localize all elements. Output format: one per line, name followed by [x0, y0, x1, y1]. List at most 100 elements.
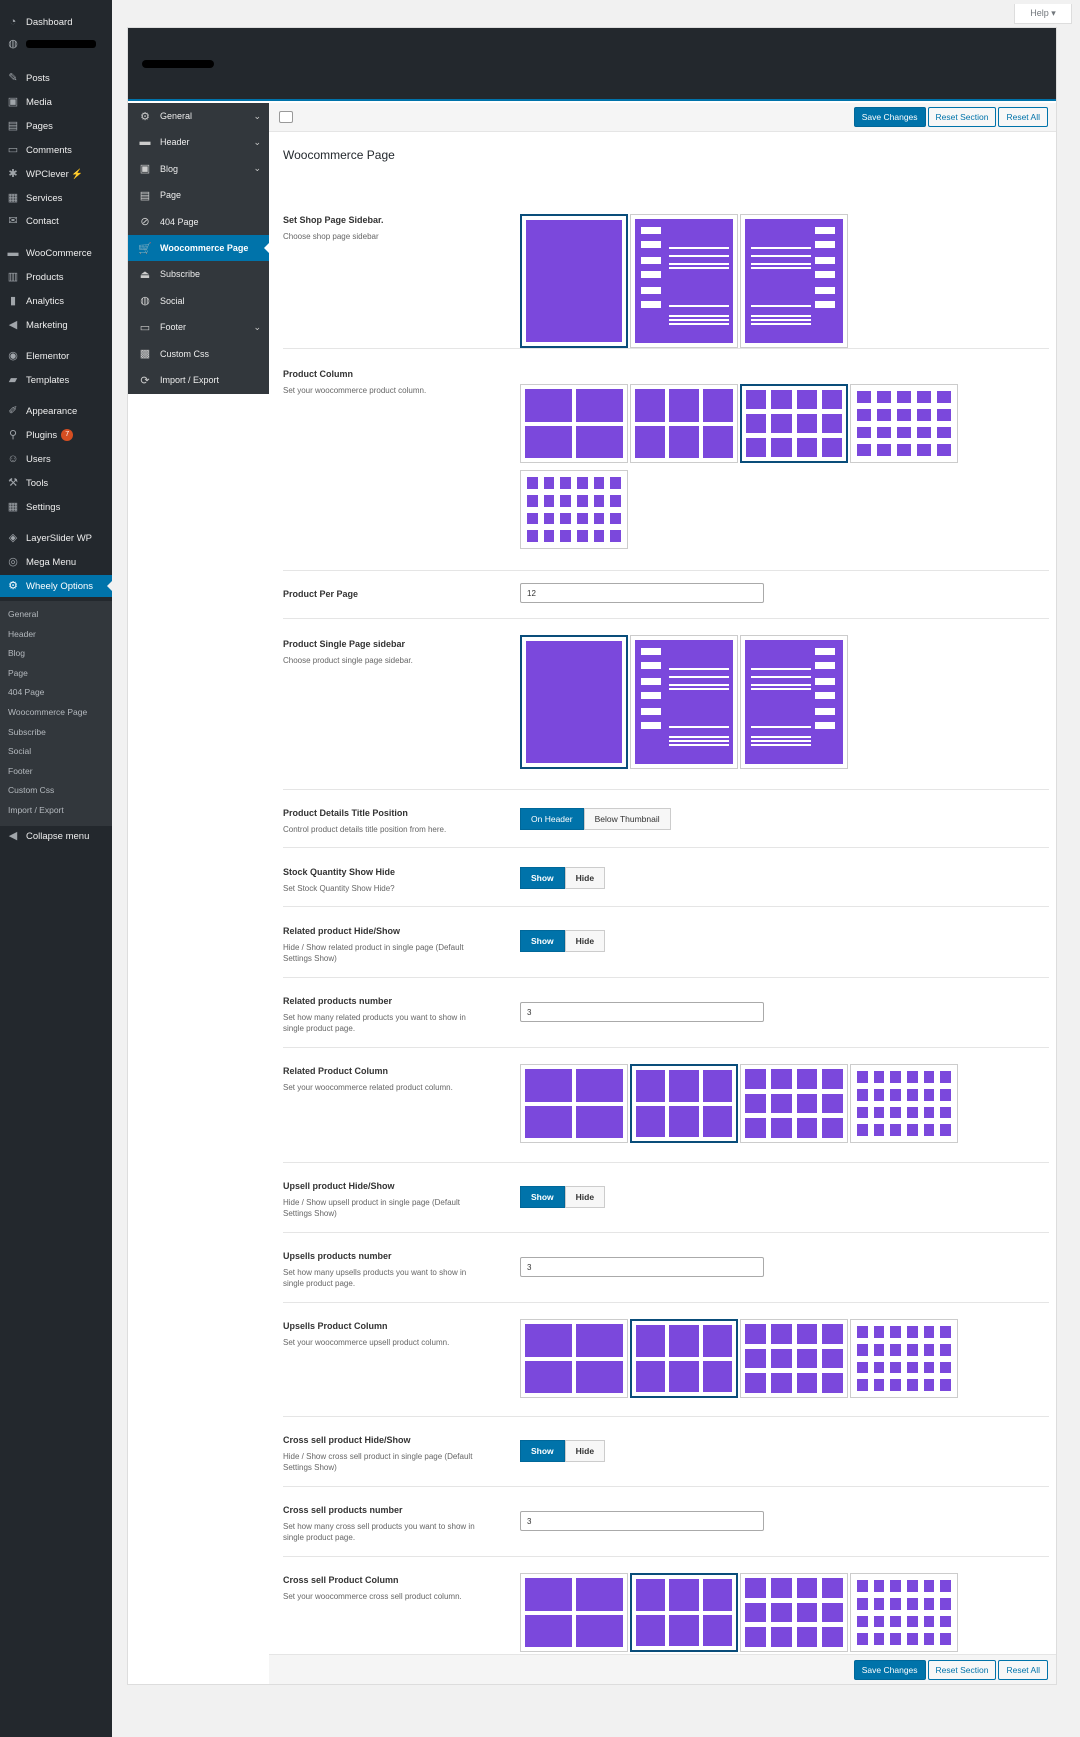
- admin-menu-item[interactable]: ▤ Pages: [0, 115, 112, 137]
- admin-menu-item[interactable]: ⚲ Plugins 7: [0, 424, 112, 446]
- column-layout-option[interactable]: [740, 1573, 848, 1652]
- related-number-input[interactable]: 3: [520, 1002, 764, 1022]
- options-nav-item[interactable]: ⊘ 404 Page: [128, 209, 269, 235]
- admin-submenu-item[interactable]: Page: [8, 668, 28, 678]
- admin-menu-item[interactable]: ☺ Users: [0, 448, 112, 470]
- column-layout-option[interactable]: [630, 384, 738, 463]
- sidebar-widget-block: [641, 241, 661, 248]
- on-header-option[interactable]: On Header: [520, 808, 584, 830]
- collapse-menu-button[interactable]: ◀ Collapse menu: [0, 825, 112, 847]
- admin-submenu-item[interactable]: Footer: [8, 766, 33, 776]
- admin-submenu-item[interactable]: 404 Page: [8, 687, 44, 697]
- admin-menu-item[interactable]: ◔ Dashboard: [0, 11, 112, 33]
- admin-menu-item[interactable]: ▰ Templates: [0, 369, 112, 391]
- admin-submenu-item[interactable]: Custom Css: [8, 785, 54, 795]
- options-nav-item[interactable]: ▭ Footer ⌄: [128, 314, 269, 340]
- column-layout-option[interactable]: [740, 1319, 848, 1398]
- reset-all-button[interactable]: Reset All: [998, 1660, 1048, 1680]
- related-show-option[interactable]: Show: [520, 930, 565, 952]
- options-nav-item[interactable]: ▬ Header ⌄: [128, 129, 269, 155]
- column-layout-option[interactable]: [740, 384, 848, 463]
- admin-menu-item[interactable]: ◈ LayerSlider WP: [0, 527, 112, 549]
- sidebar-layout-option[interactable]: [520, 214, 628, 348]
- admin-menu-item[interactable]: ✐ Appearance: [0, 400, 112, 422]
- column-layout-option[interactable]: [740, 1064, 848, 1143]
- options-nav-item[interactable]: ⏏ Subscribe: [128, 261, 269, 287]
- column-layout-option[interactable]: [850, 384, 958, 463]
- admin-menu-item[interactable]: ▭ Comments: [0, 139, 112, 161]
- sidebar-layout-option[interactable]: [630, 635, 738, 769]
- save-changes-button[interactable]: Save Changes: [853, 107, 926, 127]
- layout-toggle-icon[interactable]: [279, 111, 293, 123]
- admin-menu-item[interactable]: ▮ Analytics: [0, 290, 112, 312]
- column-layout-option[interactable]: [850, 1319, 958, 1398]
- column-cell: [857, 391, 871, 403]
- save-changes-button[interactable]: Save Changes: [853, 1660, 926, 1680]
- sidebar-widget-block: [815, 648, 835, 655]
- reset-all-button[interactable]: Reset All: [998, 107, 1048, 127]
- admin-menu-item[interactable]: ◍: [0, 33, 112, 55]
- options-nav-item[interactable]: ▤ Page: [128, 182, 269, 208]
- options-nav-item[interactable]: ▣ Blog ⌄: [128, 156, 269, 182]
- sidebar-layout-option[interactable]: [520, 635, 628, 769]
- per-page-input[interactable]: 12: [520, 583, 764, 603]
- admin-menu-item[interactable]: ✉ Contact: [0, 210, 112, 232]
- column-layout-option[interactable]: [630, 1319, 738, 1398]
- column-layout-option[interactable]: [850, 1064, 958, 1143]
- admin-menu-item[interactable]: ⚒ Tools: [0, 472, 112, 494]
- cross-show-option[interactable]: Show: [520, 1440, 565, 1462]
- column-cell: [822, 1093, 843, 1114]
- admin-submenu-item[interactable]: General: [8, 609, 38, 619]
- admin-submenu-item[interactable]: Header: [8, 629, 36, 639]
- admin-menu-item[interactable]: ▥ Products: [0, 266, 112, 288]
- column-layout-option[interactable]: [520, 1319, 628, 1398]
- column-layout-option[interactable]: [850, 1573, 958, 1652]
- column-layout-option[interactable]: [630, 1573, 738, 1652]
- admin-submenu-item[interactable]: Subscribe: [8, 727, 46, 737]
- related-hide-option[interactable]: Hide: [564, 930, 606, 952]
- upsell-number-input[interactable]: 3: [520, 1257, 764, 1277]
- admin-submenu-item[interactable]: Social: [8, 746, 31, 756]
- content-line: [751, 267, 811, 269]
- reset-section-button[interactable]: Reset Section: [927, 107, 997, 127]
- admin-menu-item[interactable]: ▦ Settings: [0, 496, 112, 518]
- admin-menu-item[interactable]: ✎ Posts: [0, 67, 112, 89]
- options-nav-item[interactable]: ⟳ Import / Export: [128, 367, 269, 393]
- stock-hide-option[interactable]: Hide: [564, 867, 606, 889]
- admin-menu-item[interactable]: ▦ Services: [0, 187, 112, 209]
- admin-submenu-item[interactable]: Woocommerce Page: [8, 707, 87, 717]
- admin-menu-item[interactable]: ◎ Mega Menu: [0, 551, 112, 573]
- column-layout-option[interactable]: [520, 1064, 628, 1143]
- upsell-show-option[interactable]: Show: [520, 1186, 565, 1208]
- admin-menu-item[interactable]: ▣ Media: [0, 91, 112, 113]
- admin-submenu-item[interactable]: Import / Export: [8, 805, 64, 815]
- cross-number-input[interactable]: 3: [520, 1511, 764, 1531]
- column-cell: [821, 390, 842, 409]
- column-layout-option[interactable]: [520, 384, 628, 463]
- admin-menu-item[interactable]: ▬ WooCommerce: [0, 242, 112, 264]
- sidebar-layout-option[interactable]: [630, 214, 738, 348]
- options-nav-item[interactable]: 🛒 Woocommerce Page: [128, 235, 269, 261]
- column-layout-option[interactable]: [520, 470, 628, 549]
- options-nav-item[interactable]: ▩ Custom Css: [128, 341, 269, 367]
- stock-show-option[interactable]: Show: [520, 867, 565, 889]
- column-layout-option[interactable]: [520, 1573, 628, 1652]
- options-nav-item[interactable]: ◍ Social: [128, 288, 269, 314]
- options-nav-item[interactable]: ⚙ General ⌄: [128, 103, 269, 129]
- admin-menu-item[interactable]: ◉ Elementor: [0, 345, 112, 367]
- upsell-hide-option[interactable]: Hide: [564, 1186, 606, 1208]
- admin-menu-item[interactable]: ✱ WPClever ⚡: [0, 163, 112, 185]
- admin-menu-item[interactable]: ⚙ Wheely Options: [0, 575, 112, 597]
- admin-submenu-item[interactable]: Blog: [8, 648, 25, 658]
- chevron-down-icon: ⌄: [253, 136, 261, 147]
- sidebar-layout-option[interactable]: [740, 214, 848, 348]
- upsell-number-desc: Set how many upsells products you want t…: [283, 1268, 467, 1288]
- column-layout-option[interactable]: [630, 1064, 738, 1143]
- admin-menu-item[interactable]: ◀ Marketing: [0, 314, 112, 336]
- below-thumbnail-option[interactable]: Below Thumbnail: [583, 808, 671, 830]
- cross-hide-option[interactable]: Hide: [564, 1440, 606, 1462]
- help-tab-button[interactable]: Help ▾: [1014, 4, 1072, 24]
- column-cell: [577, 530, 588, 542]
- reset-section-button[interactable]: Reset Section: [927, 1660, 997, 1680]
- sidebar-layout-option[interactable]: [740, 635, 848, 769]
